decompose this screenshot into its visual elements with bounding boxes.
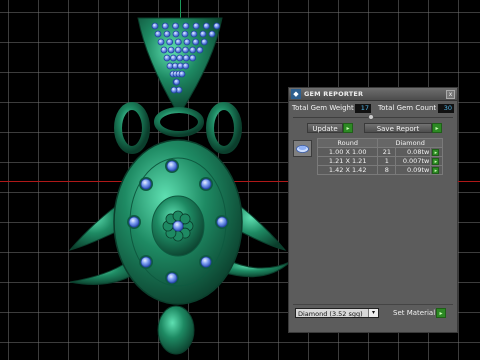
close-button[interactable]: x [446, 90, 455, 99]
gem-report-table: Round Diamond 1.00 X 1.00 21 0.08tw ▸ 1.… [316, 138, 443, 175]
bail-gem [151, 22, 159, 30]
material-select[interactable]: Diamond (3.52 sgg) ▾ [295, 308, 379, 318]
chevron-down-icon[interactable]: ▾ [368, 309, 378, 317]
panel-titlebar[interactable]: ◆ GEM REPORTER x [289, 88, 457, 101]
footer-separator [293, 304, 453, 305]
bail-gem [203, 22, 210, 30]
bail-gem [192, 22, 200, 30]
row-go-icon[interactable]: ▸ [432, 166, 440, 174]
gem-size-cell: 1.00 X 1.00 [316, 147, 379, 157]
save-report-button[interactable]: Save Report [364, 123, 432, 133]
gem-count-cell: 1 [377, 156, 397, 166]
material-value: Diamond (3.52 sgg) [298, 310, 363, 318]
shell-gem [166, 160, 178, 172]
row-go-icon[interactable]: ▸ [432, 148, 440, 156]
bail-gem [163, 30, 171, 38]
bail-gem [163, 54, 171, 62]
bail-gem [176, 54, 184, 62]
bail-gem [200, 38, 208, 46]
shell-gem [166, 272, 178, 284]
gem-size-cell: 1.42 X 1.42 [316, 165, 379, 175]
update-button[interactable]: Update [307, 123, 343, 133]
bail-gem [189, 46, 197, 54]
bail-gem [183, 38, 191, 46]
gem-shape-thumbnail[interactable] [293, 140, 312, 157]
bail-gem [174, 38, 182, 46]
bail-gem [182, 54, 190, 62]
bail-gem [169, 54, 177, 62]
shell-gem [200, 256, 212, 268]
bail-gem [160, 46, 168, 54]
bail-ring [154, 107, 204, 137]
bail-gem [178, 70, 186, 78]
gem-weight-cell: 0.09tw [395, 165, 432, 175]
bail-gem [182, 22, 190, 30]
table-row[interactable]: 1.21 X 1.21 1 0.007tw ▸ [316, 156, 443, 166]
row-go-icon[interactable]: ▸ [432, 157, 440, 165]
gem-weight-cell: 0.08tw [395, 147, 432, 157]
bail-gem [192, 38, 200, 46]
total-gem-count-field[interactable]: 30 [438, 104, 454, 113]
bail-gem [196, 46, 204, 54]
shell-gem [140, 256, 152, 268]
right-handle [206, 102, 242, 154]
round-gem-icon [296, 145, 309, 153]
bail-gem [172, 30, 180, 38]
bail-gem [174, 46, 182, 54]
gem-reporter-panel: ◆ GEM REPORTER x Total Gem Weight 17 Tot… [288, 87, 458, 333]
total-gem-count-label: Total Gem Count [378, 104, 437, 112]
splitter-handle[interactable] [368, 114, 374, 120]
table-row[interactable]: 1.42 X 1.42 8 0.09tw ▸ [316, 165, 443, 175]
bail-gem [170, 86, 178, 94]
center-gem [172, 220, 184, 232]
bail-gem [208, 30, 216, 38]
shell-gem [200, 178, 212, 190]
bail-gem [182, 46, 189, 54]
flower-motif [162, 210, 194, 242]
turtle-head [157, 305, 195, 355]
shell-gem [216, 216, 228, 228]
shell-gem [128, 216, 140, 228]
bail-gem [167, 46, 175, 54]
panel-title: GEM REPORTER [304, 90, 364, 98]
bail-gem [182, 62, 190, 70]
set-material-label[interactable]: Set Material [393, 309, 435, 317]
bail-gem [161, 22, 169, 30]
bail-gem [189, 54, 197, 62]
left-handle [114, 102, 150, 154]
update-go-icon[interactable]: ▸ [343, 123, 353, 133]
bail-gem [190, 30, 198, 38]
total-gem-weight-label: Total Gem Weight [292, 104, 354, 112]
bail-gem [172, 22, 179, 30]
shell-gem [140, 178, 152, 190]
gem-reporter-icon: ◆ [291, 89, 301, 99]
save-report-go-icon[interactable]: ▸ [432, 123, 442, 133]
gem-size-cell: 1.21 X 1.21 [316, 156, 379, 166]
column-header-diamond: Diamond [377, 138, 443, 148]
column-header-round: Round [316, 138, 379, 148]
bail-gem [154, 30, 162, 38]
bail-gem [166, 38, 174, 46]
gem-weight-cell: 0.007tw [395, 156, 432, 166]
total-gem-weight-field[interactable]: 17 [355, 104, 371, 113]
bail-gem [173, 78, 181, 86]
bail-gem [157, 38, 165, 46]
bail-gem [199, 30, 207, 38]
bail-gem [181, 30, 189, 38]
set-material-go-icon[interactable]: ▸ [436, 308, 446, 318]
table-row[interactable]: 1.00 X 1.00 21 0.08tw ▸ [316, 147, 443, 157]
gem-count-cell: 8 [377, 165, 397, 175]
gem-count-cell: 21 [377, 147, 397, 157]
bail-gem [213, 22, 221, 30]
